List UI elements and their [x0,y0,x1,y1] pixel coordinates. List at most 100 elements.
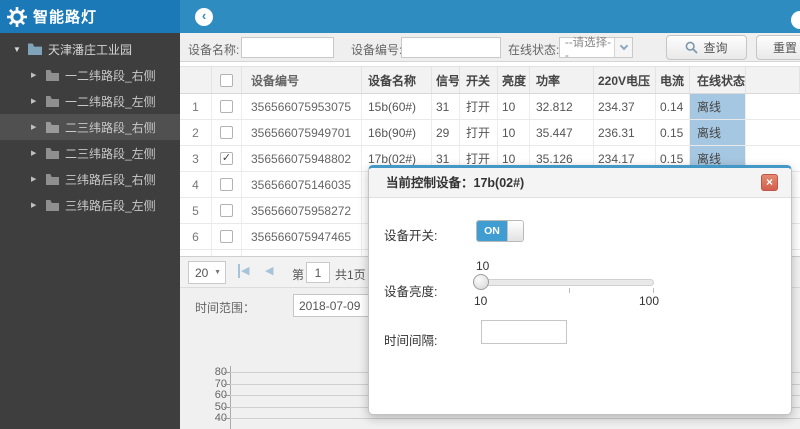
header-device-no: 设备编号 [242,67,362,93]
row-checkbox-checked[interactable]: ✓ [220,152,233,165]
table-row[interactable]: 1 356566075953075 15b(60#) 31 打开 10 32.8… [180,94,800,120]
row-index: 4 [180,172,212,197]
cell-device-name: 15b(60#) [362,94,432,119]
row-index: 3 [180,146,212,171]
sidebar: 智能路灯 ▼ 天津潘庄工业园 ▶ 一二纬路段_右侧 ▶ 一二纬路段_左侧 ▶ 二… [0,0,180,429]
sidebar-item-label: 三纬路后段_左侧 [65,198,156,213]
sidebar-item-section1-left[interactable]: ▶ 一二纬路段_左侧 [0,88,180,114]
device-name-input[interactable] [241,37,334,58]
cell-device-no: 356566075947465 [242,224,362,249]
prev-page-button[interactable]: ◀ [265,264,273,278]
folder-icon [46,199,59,211]
select-arrow-button[interactable] [614,38,632,57]
page-size-select[interactable]: 20 ▼ [188,261,226,284]
time-interval-input[interactable] [481,320,567,344]
caret-down-icon: ▼ [13,44,21,54]
device-control-dialog: 当前控制设备：17b(02#) × 设备开关: ON 设备亮度: 10 10 1… [368,165,792,415]
row-checkbox-cell [212,94,242,119]
brightness-slider[interactable] [473,274,654,290]
app-title: 智能路灯 [33,9,98,26]
cell-power: 35.447 [530,120,594,145]
header-signal: 信号 [432,67,460,93]
online-state-value: --请选择-- [565,36,611,62]
caret-right-icon: ▶ [31,202,37,209]
page-number-input[interactable] [306,262,330,283]
cell-voltage: 234.37 [594,94,656,119]
status-badge: 离线 [690,94,745,119]
table-row[interactable]: 2 356566075949701 16b(90#) 29 打开 10 35.4… [180,120,800,146]
collapse-back-button[interactable]: ‹ [195,8,213,26]
reset-button[interactable]: 重置 [756,35,800,60]
device-no-input[interactable] [401,37,501,58]
caret-right-icon: ▶ [31,98,37,105]
row-checkbox[interactable] [220,100,233,113]
brightness-scale-max: 100 [639,294,660,308]
row-checkbox[interactable] [220,126,233,139]
online-state-select[interactable]: --请选择-- [559,37,633,62]
row-checkbox-cell [212,120,242,145]
search-button[interactable]: 查询 [666,35,747,60]
header-device-name: 设备名称 [362,67,432,93]
cell-current: 0.14 [656,94,690,119]
sidebar-item-section3-right[interactable]: ▶ 三纬路后段_右侧 [0,166,180,192]
cell-signal: 31 [432,94,460,119]
cell-device-name: 16b(90#) [362,120,432,145]
sidebar-item-section2-left[interactable]: ▶ 二三纬路段_左侧 [0,140,180,166]
search-icon [686,41,699,54]
app-header: 智能路灯 [0,0,180,33]
device-tree: ▼ 天津潘庄工业园 ▶ 一二纬路段_右侧 ▶ 一二纬路段_左侧 ▶ 二三纬路段_… [0,33,180,218]
caret-right-icon: ▶ [31,150,37,157]
sidebar-item-section3-left[interactable]: ▶ 三纬路后段_左侧 [0,192,180,218]
row-checkbox[interactable] [220,178,233,191]
sidebar-item-label: 一二纬路段_左侧 [65,94,156,109]
row-checkbox-cell [212,224,242,249]
chart-gridline [230,418,800,419]
header-status: 在线状态 [690,67,746,93]
device-switch-label: 设备开关: [384,229,438,243]
row-index: 1 [180,94,212,119]
tree-root-node[interactable]: ▼ 天津潘庄工业园 [0,36,180,62]
header-index [180,67,212,93]
brightness-scale-min: 10 [474,294,488,308]
cell-switch: 打开 [460,120,498,145]
folder-icon [46,147,59,159]
device-no-label: 设备编号: [351,43,403,57]
toggle-on-label: ON [477,221,507,241]
row-index: 2 [180,120,212,145]
device-switch-toggle[interactable]: ON [476,220,524,242]
cell-status: 离线 [690,120,746,145]
row-checkbox[interactable] [220,230,233,243]
corner-circle-decoration [791,11,800,29]
sidebar-item-label: 二三纬路段_右侧 [65,120,156,135]
cell-brightness: 10 [498,94,530,119]
select-all-checkbox[interactable] [220,73,233,87]
online-state-label: 在线状态: [508,43,560,57]
slider-handle[interactable] [473,274,489,290]
device-name-label: 设备名称: [188,43,240,57]
total-pages-label: 共1页 [335,268,366,282]
sidebar-item-section1-right[interactable]: ▶ 一二纬路段_右侧 [0,62,180,88]
cell-filler [746,120,800,145]
cell-signal: 29 [432,120,460,145]
caret-right-icon: ▶ [31,124,37,131]
row-checkbox[interactable] [220,204,233,217]
close-button[interactable]: × [761,174,778,191]
folder-icon [46,69,59,81]
toggle-knob[interactable] [507,221,523,241]
row-checkbox-cell [212,172,242,197]
sidebar-item-label: 二三纬路段_左侧 [65,146,156,161]
table-header-row: 设备编号 设备名称 信号 开关 亮度 功率 220V电压 电流 在线状态 [180,66,800,94]
first-page-button[interactable]: ◀ [238,264,249,278]
folder-icon [46,121,59,133]
dialog-header[interactable]: 当前控制设备：17b(02#) × [369,168,791,198]
header-power: 功率 [530,67,594,93]
brightness-current-value: 10 [476,259,490,273]
sidebar-item-section2-right-selected[interactable]: ▶ 二三纬路段_右侧 [0,114,180,140]
cell-switch: 打开 [460,94,498,119]
row-index: 6 [180,224,212,249]
header-checkbox-cell [212,67,242,93]
cell-brightness: 10 [498,120,530,145]
cell-current: 0.15 [656,120,690,145]
page-prefix-label: 第 [292,268,305,282]
cell-device-no: 356566075948802 [242,146,362,171]
